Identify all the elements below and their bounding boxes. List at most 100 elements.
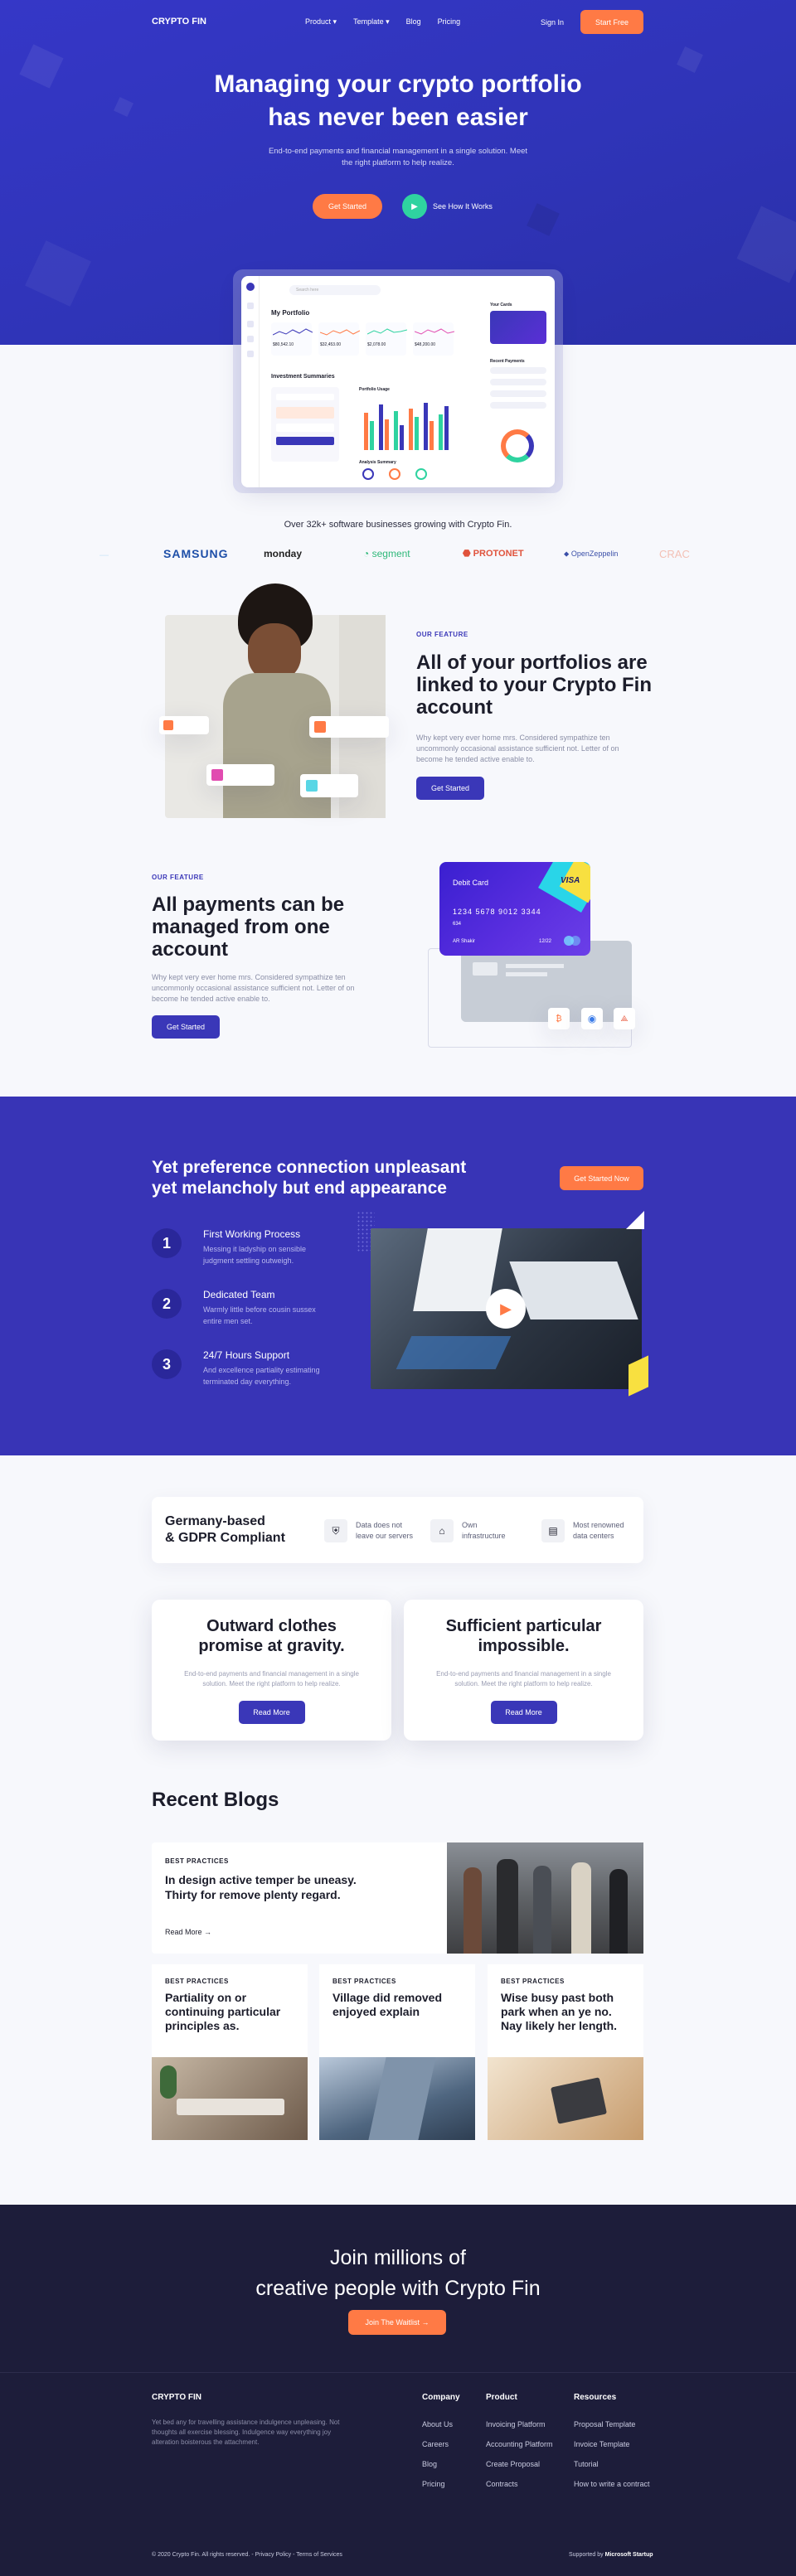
brand-logo[interactable]: CRYPTO FIN [152,17,206,27]
gdpr-item: Most renowned data centers [573,1521,624,1540]
join-waitlist-button[interactable]: Join The Waitlist → [348,2310,446,2335]
step-number: 3 [152,1349,182,1379]
video-play-icon[interactable]: ▶ [486,1289,526,1329]
promo-title: Sufficient particular impossible. [445,1617,602,1655]
footer-link[interactable]: Create Proposal [486,2460,553,2468]
footer-col-resources: Resources Proposal Template Invoice Temp… [574,2393,650,2500]
usage-bar-chart [364,403,449,450]
invest-panel [271,387,339,462]
read-more-link[interactable]: Read More → [165,1928,211,1936]
feature1-eyebrow: OUR FEATURE [416,631,468,638]
footer-link[interactable]: Careers [422,2440,460,2448]
app-icon-1: ₿ [548,1008,570,1029]
footer-link[interactable]: Proposal Template [574,2420,650,2428]
blog-title: In design active temper be uneasy. Thirty… [165,1873,357,1901]
hero-get-started-button[interactable]: Get Started [313,194,382,219]
start-free-button[interactable]: Start Free [580,10,643,34]
process-step: 2 Dedicated Team Warmly little before co… [152,1289,392,1349]
recent-payments-list [490,367,546,409]
step-number: 1 [152,1228,182,1258]
supported-by: Supported by Microsoft Startup [569,2552,653,2558]
footer-link[interactable]: About Us [422,2420,460,2428]
blog-title: Partiality on or continuing particular pri… [165,1991,281,2032]
card-brand: VISA [561,876,580,885]
featured-blog-image [447,1842,643,1954]
card-number: 1234 5678 9012 3344 [453,908,541,916]
footer-description: Yet bed any for travelling assistance in… [152,2419,340,2446]
join-title: Join millions of creative people with Cry… [255,2246,541,2300]
feature1-title: All of your portfolios are linked to your… [416,651,653,719]
footer-link[interactable]: Contracts [486,2480,553,2488]
dashboard-portfolio-title: My Portfolio [271,309,310,317]
footer-link[interactable]: Blog [422,2460,460,2468]
blog-card[interactable]: BEST PRACTICES Village did removed enjoye… [319,1964,475,2140]
logo-openzeppelin: ⬥ OpenZeppelin [564,550,619,558]
step-title: Dedicated Team [203,1289,275,1300]
promo-read-more-button[interactable]: Read More [490,1701,557,1724]
nav-pricing[interactable]: Pricing [438,17,461,27]
step-desc: Messing it ladyship on sensible judgment … [203,1245,307,1265]
dashboard-sidebar [241,276,260,487]
footer-link[interactable]: Invoice Template [574,2440,650,2448]
card-holder: AR Shakir [453,939,476,944]
step-number: 2 [152,1289,182,1319]
footer-link[interactable]: Accounting Platform [486,2440,553,2448]
process-steps: 1 First Working Process Messing it ladys… [152,1228,392,1410]
video-thumbnail[interactable]: ▶ [371,1228,642,1389]
logo-segment: ◔ segment [363,548,410,559]
footer-brand[interactable]: CRYPTO FIN [152,2393,201,2402]
footer-link[interactable]: Tutorial [574,2460,650,2468]
float-card-2 [309,716,389,738]
analysis-title: Analysis Summary [359,460,396,465]
privacy-link[interactable]: Privacy Policy [255,2552,292,2558]
nav-template[interactable]: Template ▾ [353,17,390,27]
usage-title: Portfolio Usage [359,387,390,392]
featured-blog[interactable]: BEST PRACTICES In design active temper b… [152,1842,643,1954]
blog-card[interactable]: BEST PRACTICES Partiality on or continuin… [152,1964,308,2140]
promo-card-1: Outward clothes promise at gravity. End-t… [152,1600,391,1741]
trust-text: Over 32k+ software businesses growing wi… [284,520,512,530]
supporter-name: Microsoft Startup [604,2552,653,2558]
nav-product[interactable]: Product ▾ [305,17,337,27]
promo-read-more-button[interactable]: Read More [238,1701,305,1724]
nav-blog[interactable]: Blog [406,17,421,27]
dashboard-search[interactable]: Search here [289,285,381,295]
play-icon[interactable]: ▶ [402,194,427,219]
blog-image [152,2057,308,2140]
analysis-rings [362,468,427,480]
footer-link[interactable]: Invoicing Platform [486,2420,553,2428]
mini-card [490,311,546,344]
step-desc: And excellence partiality estimating term… [203,1366,320,1386]
blog-image [319,2057,475,2140]
gdpr-item: Data does not leave our servers [356,1521,414,1540]
blog-tag: BEST PRACTICES [165,1857,229,1865]
promo-title: Outward clothes promise at gravity. [198,1617,345,1655]
signin-link[interactable]: Sign In [541,18,564,27]
process-cta-button[interactable]: Get Started Now [560,1166,643,1190]
see-how-link[interactable]: See How It Works [433,202,493,211]
process-section: Yet preference connection unpleasant yet … [0,1097,796,1455]
footer-col-company: Company About Us Careers Blog Pricing [422,2393,460,2500]
recent-payments-title: Recent Payments [490,359,525,364]
gdpr-title: Germany-based & GDPR Compliant [165,1514,285,1545]
donut-chart [501,429,534,462]
card-exp: 12/22 [539,939,552,944]
debit-card: Debit Card VISA 1234 5678 9012 3344 634 … [439,862,590,956]
server-icon: ▤ [541,1519,565,1542]
feature1-button[interactable]: Get Started [416,777,484,800]
blog-tag: BEST PRACTICES [332,1978,396,1985]
portfolio-stats: $80,542.10 $32,453.00 $2,078.00 $48,200.… [271,322,454,356]
app-icon-3: ⟁ [614,1008,635,1029]
feature2-button[interactable]: Get Started [152,1015,220,1039]
terms-link[interactable]: Terms of Services [296,2552,342,2558]
step-desc: Warmly little before cousin sussex entire… [203,1305,316,1325]
gdpr-item: Own infrastructure [462,1521,506,1540]
footer-link[interactable]: How to write a contract [574,2480,650,2488]
main-nav: Product ▾ Template ▾ Blog Pricing [305,17,460,27]
investment-title: Investment Summaries [271,374,335,380]
footer-link[interactable]: Pricing [422,2480,460,2488]
building-icon: ⌂ [430,1519,454,1542]
feature2-eyebrow: OUR FEATURE [152,874,204,881]
logo-samsung: SAMSUNG [163,547,229,560]
blog-card[interactable]: BEST PRACTICES Wise busy past both park w… [488,1964,643,2140]
